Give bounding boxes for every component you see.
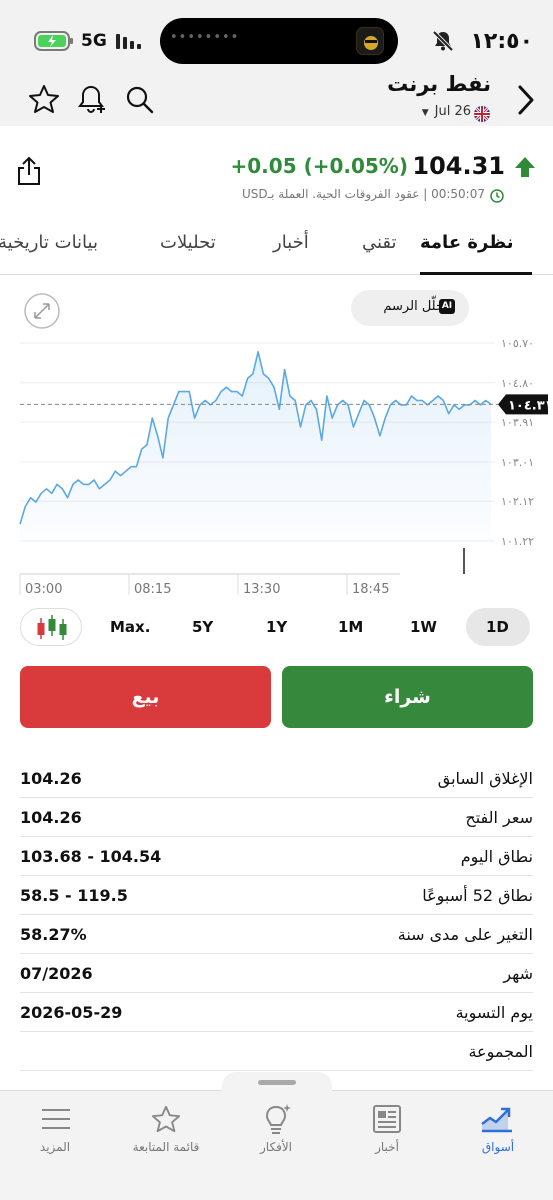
current-price: 104.31 [412, 152, 505, 180]
analyze-chart-label: حلّل الرسم [383, 299, 444, 314]
range-1d[interactable]: 1D [486, 618, 509, 636]
sheet-handle[interactable] [258, 1080, 296, 1085]
stat-label: التغير على مدى سنة [397, 925, 533, 944]
tab-historical-data[interactable]: بيانات تاريخية [0, 232, 98, 253]
watchlist-star-icon[interactable] [151, 1104, 181, 1138]
stat-row: نطاق 52 أسبوعًا 58.5 - 119.5 [20, 876, 533, 915]
nav-markets[interactable]: أسواق [443, 1140, 553, 1154]
tab-analysis[interactable]: تحليلات [160, 232, 216, 253]
add-alert-icon[interactable] [76, 83, 108, 119]
stat-row: التغير على مدى سنة 58.27% [20, 915, 533, 954]
search-icon[interactable] [125, 85, 155, 119]
ideas-bulb-icon[interactable] [262, 1102, 292, 1140]
clock-icon [490, 188, 504, 207]
x-tick-label: 18:45 [352, 582, 389, 597]
stat-label: المجموعة [468, 1042, 533, 1061]
chart-area-fill [20, 351, 491, 541]
candlestick-icon [37, 615, 67, 640]
network-label: 5G [81, 31, 107, 51]
x-tick-label: 03:00 [25, 582, 62, 597]
stat-value: 103.68 - 104.54 [20, 847, 162, 866]
nav-watchlist[interactable]: قائمة المتابعة [111, 1140, 221, 1154]
stat-label: الإغلاق السابق [437, 769, 533, 788]
expand-chart-icon[interactable] [24, 293, 60, 333]
battery-icon [34, 30, 74, 56]
x-tick-label: 08:15 [134, 582, 171, 597]
volume-bar [463, 548, 465, 574]
buy-button[interactable]: شراء [282, 666, 533, 728]
stat-label: يوم التسوية [455, 1003, 533, 1022]
stat-row: سعر الفتح 104.26 [20, 798, 533, 837]
expiry-label: Jul 26 [434, 104, 471, 119]
range-5y[interactable]: 5Y [192, 618, 213, 636]
chevron-down-icon: ▼ [421, 108, 429, 118]
y-tick-label: ١٠٥.٧٠ [501, 337, 534, 350]
uk-flag-icon [474, 106, 490, 126]
stat-value: 58.27% [20, 925, 87, 944]
range-1y[interactable]: 1Y [266, 618, 287, 636]
stat-value: 104.26 [20, 808, 82, 827]
news-icon[interactable] [372, 1104, 402, 1138]
stat-row: الإغلاق السابق 104.26 [20, 759, 533, 798]
price-chart[interactable]: ١٠٥.٧٠ ١٠٤.٨٠ ١٠٣.٩١ ١٠٣.٠١ ١٠٢.١٢ ١٠١.٢٢ ١٠٤… [0, 280, 553, 600]
ai-badge-icon: AI [439, 299, 455, 314]
stat-label: سعر الفتح [465, 808, 533, 827]
tab-news[interactable]: أخبار [273, 232, 309, 253]
price-change: +0.05 (+0.05%) [230, 154, 409, 178]
island-avatar-icon [356, 27, 384, 55]
range-1m[interactable]: 1M [338, 618, 363, 636]
stat-value: 104.26 [20, 769, 82, 788]
y-tick-label: ١٠٤.٨٠ [501, 377, 534, 390]
star-icon[interactable] [28, 84, 60, 118]
stat-row: نطاق اليوم 103.68 - 104.54 [20, 837, 533, 876]
stat-label: نطاق 52 أسبوعًا [422, 886, 533, 905]
markets-chart-icon[interactable] [480, 1104, 514, 1138]
stat-value: 2026-05-29 [20, 1003, 123, 1022]
stat-label: نطاق اليوم [460, 847, 533, 866]
stat-row: يوم التسوية 2026-05-29 [20, 993, 533, 1032]
stat-value: 07/2026 [20, 964, 93, 983]
contract-expiry-selector[interactable]: ▼ Jul 26 [422, 104, 471, 119]
y-tick-label: ١٠٢.١٢ [501, 495, 534, 508]
y-tick-label: ١٠٣.٩١ [501, 416, 534, 429]
x-tick-label: 13:30 [243, 582, 280, 597]
stat-row: المجموعة [20, 1032, 533, 1071]
nav-news[interactable]: أخبار [332, 1140, 442, 1154]
y-tick-label: ١٠٣.٠١ [501, 456, 534, 469]
mute-icon [432, 30, 454, 56]
nav-more[interactable]: المزيد [0, 1140, 110, 1154]
sell-button[interactable]: بيع [20, 666, 271, 728]
stat-label: شهر [503, 964, 533, 983]
back-chevron-icon[interactable] [514, 83, 538, 121]
quote-info: 00:50:07 | عقود الفروقات الحية. العملة ب… [242, 187, 485, 201]
ai-badge-text: AI [441, 301, 453, 311]
share-icon[interactable] [16, 156, 42, 190]
stat-value: 58.5 - 119.5 [20, 886, 128, 905]
range-1w[interactable]: 1W [410, 618, 437, 636]
status-time: ١٢:٥٠ [470, 29, 533, 54]
y-tick-label: ١٠١.٢٢ [501, 535, 534, 548]
candlestick-toggle[interactable] [20, 608, 82, 646]
price-up-arrow-icon [514, 156, 536, 182]
island-dots-icon: •••••••• [170, 30, 240, 45]
tab-overview[interactable]: نظرة عامة [420, 232, 514, 253]
instrument-title: نفط برنت [387, 72, 491, 96]
menu-icon[interactable] [41, 1106, 71, 1136]
range-max[interactable]: Max. [110, 618, 150, 636]
tab-technical[interactable]: تقني [362, 232, 397, 253]
nav-ideas[interactable]: الأفكار [221, 1140, 331, 1154]
stat-row: شهر 07/2026 [20, 954, 533, 993]
signal-icon [116, 32, 144, 54]
current-price-tag-label: ١٠٤.٣١ [508, 398, 553, 413]
active-tab-indicator [420, 272, 532, 275]
